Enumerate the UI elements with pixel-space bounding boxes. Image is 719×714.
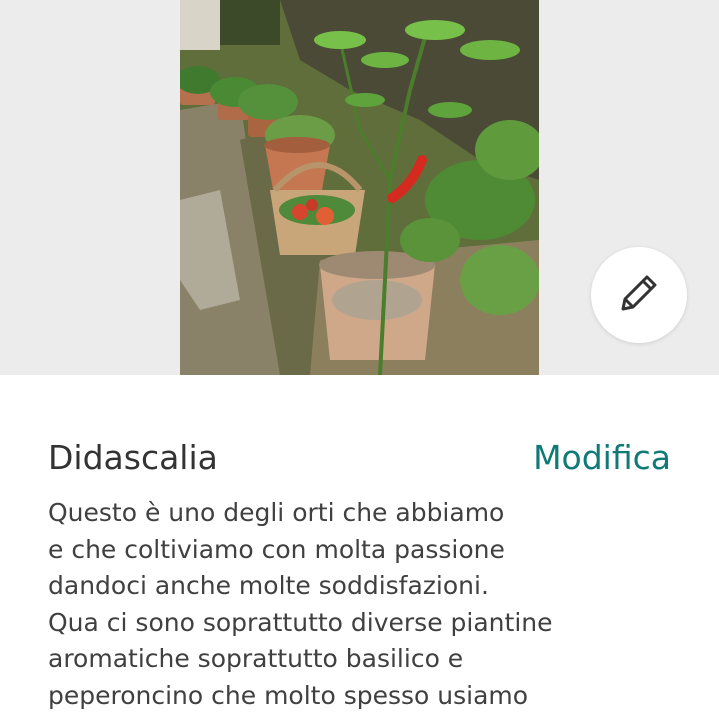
caption-title: Didascalia <box>48 438 218 477</box>
edit-photo-button[interactable] <box>591 247 687 343</box>
pencil-icon <box>615 269 663 321</box>
caption-header: Didascalia Modifica <box>48 436 671 480</box>
garden-photo[interactable] <box>180 0 539 375</box>
caption-text: Questo è uno degli orti che abbiamo e ch… <box>48 498 553 710</box>
edit-caption-link[interactable]: Modifica <box>533 436 671 480</box>
